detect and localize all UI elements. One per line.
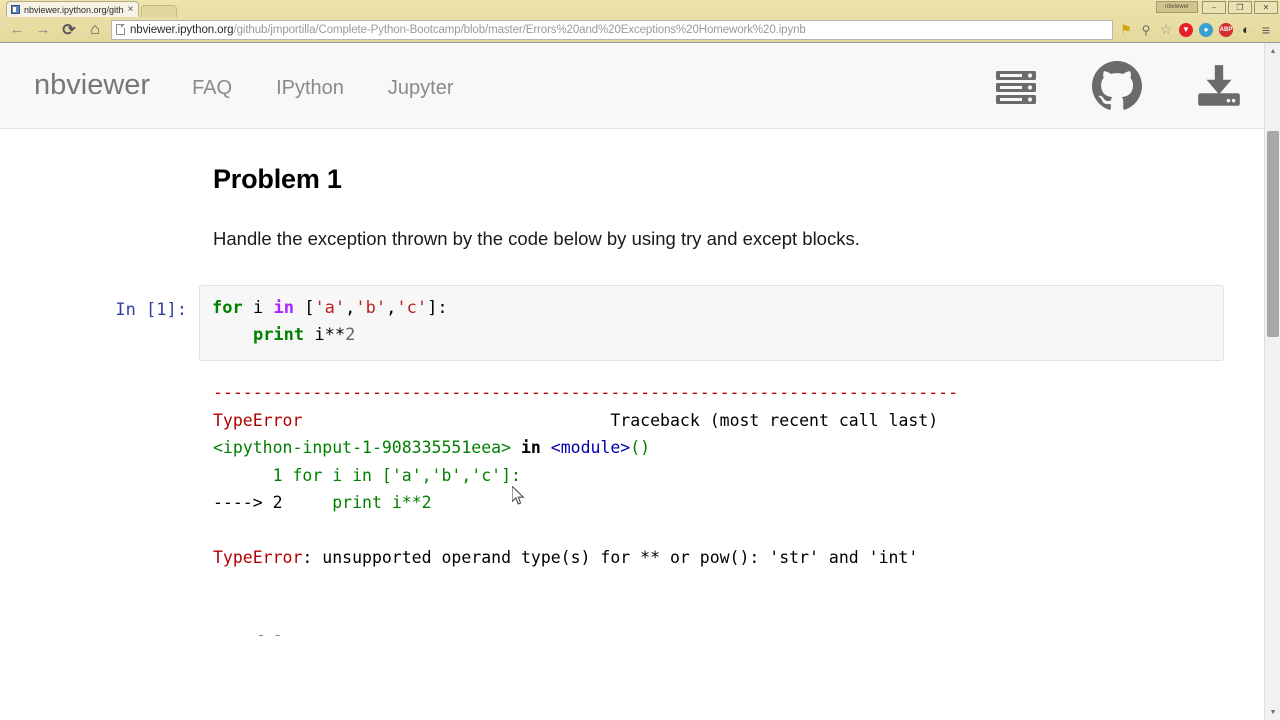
pocket-extension-icon[interactable]: ▼ xyxy=(1176,20,1196,40)
scroll-up-icon[interactable]: ▲ xyxy=(1265,43,1280,59)
page-document-icon xyxy=(116,24,125,35)
token-string-a: 'a' xyxy=(314,298,346,319)
token-power-op: ** xyxy=(324,325,346,346)
browser-tab[interactable]: nbviewer.ipython.org/gith × xyxy=(6,1,140,17)
traceback-frame-parens: () xyxy=(630,438,651,458)
traceback-frame-module: <module> xyxy=(550,438,631,458)
url-host: nbviewer.ipython.org xyxy=(130,23,234,36)
traceback-header-tail: Traceback (most recent call last) xyxy=(610,410,939,430)
minimize-icon[interactable]: – xyxy=(1202,1,1226,14)
code-cell-row: In [1]: for i in ['a','b','c']: print i*… xyxy=(104,285,1224,362)
browser-navbar: ← → ⟳ ⌂ nbviewer.ipython.org/github/jmpo… xyxy=(0,17,1280,42)
url-path: /github/jmportilla/Complete-Python-Bootc… xyxy=(233,23,806,36)
traceback-frame-in: in xyxy=(511,438,551,458)
nbviewer-brand[interactable]: nbviewer xyxy=(34,69,150,102)
window-close-icon[interactable]: ✕ xyxy=(1254,1,1278,14)
input-prompt: In [1]: xyxy=(115,300,187,321)
nbviewer-favicon xyxy=(11,5,20,14)
nav-link-jupyter[interactable]: Jupyter xyxy=(388,77,454,100)
page-title-problem-2: Problem 2 xyxy=(104,630,1224,636)
new-tab-button[interactable] xyxy=(141,5,178,17)
token-name-i2: i xyxy=(314,325,325,346)
problem-1-description: Handle the exception thrown by the code … xyxy=(213,228,860,250)
page-title-problem-1: Problem 1 xyxy=(213,164,342,194)
reload-icon[interactable]: ⟳ xyxy=(56,19,82,41)
traceback-src-1: for i in ['a','b','c']: xyxy=(292,465,521,485)
traceback-output: ----------------------------------------… xyxy=(104,379,1224,572)
traceback-src-1-num: 1 xyxy=(213,465,293,485)
page-scrollbar[interactable]: ▲ ▼ xyxy=(1264,43,1280,720)
bookmark-star-icon[interactable]: ☆ xyxy=(1156,20,1176,40)
token-comma-1: , xyxy=(345,298,356,319)
chrome-menu-icon[interactable]: ≡ xyxy=(1256,20,1276,40)
notebook-content: Problem 1 Handle the exception thrown by… xyxy=(0,129,1280,636)
home-icon[interactable]: ⌂ xyxy=(82,19,108,41)
scroll-down-icon[interactable]: ▼ xyxy=(1265,704,1280,720)
adblock-plus-icon[interactable]: ABP xyxy=(1216,20,1236,40)
token-operator-in: in xyxy=(273,298,294,319)
address-bar[interactable]: nbviewer.ipython.org/github/jmportilla/C… xyxy=(111,19,1113,40)
forward-icon[interactable]: → xyxy=(30,19,56,41)
nbviewer-header: nbviewer FAQ IPython Jupyter xyxy=(0,43,1280,129)
window-controls: – ❐ ✕ xyxy=(1202,1,1278,14)
scrollbar-thumb[interactable] xyxy=(1267,131,1279,337)
close-icon[interactable]: × xyxy=(128,4,134,15)
code-editor[interactable]: for i in ['a','b','c']: print i**2 xyxy=(199,285,1224,362)
window-title-chip: nbviewer xyxy=(1156,1,1198,13)
traceback-error-name: TypeError xyxy=(213,410,303,430)
traceback-src-2-arrow: ----> 2 xyxy=(213,493,293,513)
notebook-body: Problem 1 Handle the exception thrown by… xyxy=(0,129,1280,636)
token-bracket-open: [ xyxy=(293,298,315,319)
traceback-gap xyxy=(302,411,610,430)
github-icon[interactable] xyxy=(1092,60,1142,111)
zoom-search-icon[interactable]: ⚲ xyxy=(1136,20,1156,40)
traceback-separator: ----------------------------------------… xyxy=(213,383,959,403)
maximize-icon[interactable]: ❐ xyxy=(1228,1,1252,14)
evernote-extension-icon[interactable]: ● xyxy=(1196,20,1216,40)
token-bracket-close: ]: xyxy=(427,298,448,319)
nbviewer-nav: nbviewer FAQ IPython Jupyter xyxy=(34,69,454,102)
browser-titlebar: nbviewer.ipython.org/gith × nbviewer – ❐… xyxy=(0,0,1280,17)
token-string-c: 'c' xyxy=(396,298,428,319)
nbviewer-header-icons xyxy=(992,60,1244,111)
token-name-i: i xyxy=(252,298,264,319)
token-comma-2: , xyxy=(386,298,397,319)
token-keyword-for: for xyxy=(212,298,243,319)
download-icon[interactable] xyxy=(1194,61,1244,111)
browser-tab-title: nbviewer.ipython.org/gith xyxy=(24,4,124,15)
browser-chrome: nbviewer.ipython.org/gith × nbviewer – ❐… xyxy=(0,0,1280,43)
token-newline-indent xyxy=(212,325,253,345)
back-icon[interactable]: ← xyxy=(4,19,30,41)
nav-link-ipython[interactable]: IPython xyxy=(276,77,344,100)
traceback-message-body: : unsupported operand type(s) for ** or … xyxy=(302,548,919,568)
nav-link-faq[interactable]: FAQ xyxy=(192,77,232,100)
token-string-b: 'b' xyxy=(355,298,387,319)
traceback-src-2: print i**2 xyxy=(292,493,432,513)
traceback-frame-location: <ipython-input-1-908335551eea> xyxy=(213,438,512,458)
server-stack-icon[interactable] xyxy=(992,62,1040,110)
token-keyword-print: print xyxy=(252,325,305,346)
bookmark-manager-icon[interactable]: ⚑ xyxy=(1116,20,1136,40)
url-text: nbviewer.ipython.org/github/jmportilla/C… xyxy=(130,24,806,36)
traceback-message-name: TypeError xyxy=(213,548,303,568)
token-number-2: 2 xyxy=(345,325,356,346)
dark-reader-icon[interactable]: ◐ xyxy=(1236,20,1256,40)
